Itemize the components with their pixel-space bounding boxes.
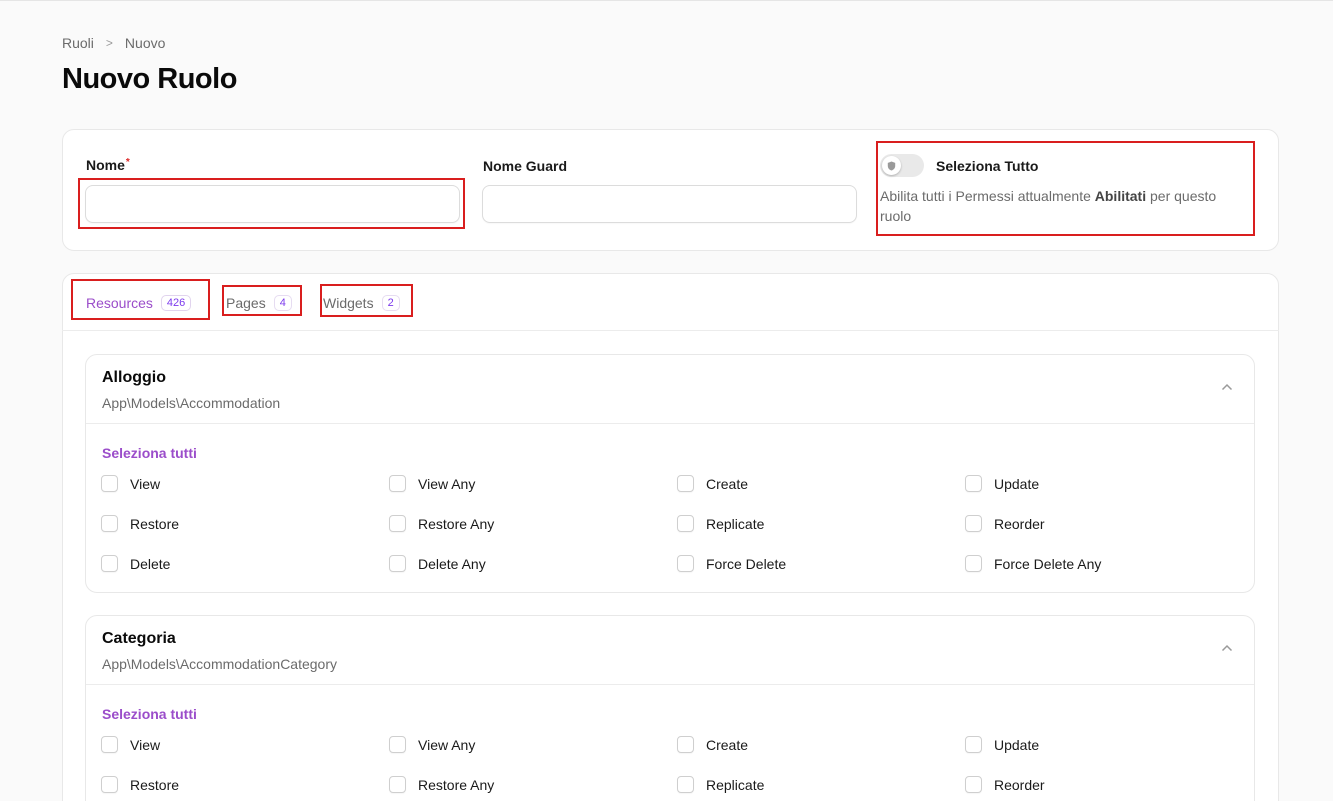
permission-checkbox[interactable]: Update <box>965 475 1039 492</box>
checkbox[interactable] <box>677 555 694 572</box>
permission-checkbox[interactable]: Reorder <box>965 776 1045 793</box>
section-model: App\Models\AccommodationCategory <box>102 656 338 672</box>
tab-widgets[interactable]: Widgets 2 <box>323 293 400 313</box>
count-badge: 2 <box>381 295 400 311</box>
section-model: App\Models\Accommodation <box>102 395 281 411</box>
checkbox[interactable] <box>101 555 118 572</box>
checkbox[interactable] <box>677 776 694 793</box>
shield-icon <box>882 156 901 175</box>
guard-name-label: Nome Guard <box>483 158 568 174</box>
checkbox[interactable] <box>677 515 694 532</box>
checkbox[interactable] <box>101 776 118 793</box>
tab-pages[interactable]: Pages 4 <box>226 293 292 313</box>
permission-checkbox[interactable]: Restore <box>101 776 179 793</box>
checkbox[interactable] <box>389 475 406 492</box>
tab-resources[interactable]: Resources 426 <box>86 293 192 313</box>
chevron-right-icon: > <box>105 36 113 50</box>
page-title: Nuovo Ruolo <box>62 63 237 95</box>
section-divider <box>86 684 1254 685</box>
checkbox[interactable] <box>965 776 982 793</box>
checkbox[interactable] <box>965 475 982 492</box>
chevron-up-icon[interactable] <box>1221 640 1233 655</box>
permission-checkbox[interactable]: View <box>101 475 160 492</box>
checkbox[interactable] <box>677 475 694 492</box>
permission-checkbox[interactable]: Create <box>677 475 748 492</box>
select-all-helper: Abilita tutti i Permessi attualmente Abi… <box>880 188 1217 224</box>
tab-divider <box>62 330 1279 331</box>
permission-checkbox[interactable]: Restore Any <box>389 776 494 793</box>
permission-checkbox[interactable]: View Any <box>389 475 475 492</box>
breadcrumb: Ruoli > Nuovo <box>62 35 165 51</box>
select-all-link[interactable]: Seleziona tutti <box>102 706 197 722</box>
checkbox[interactable] <box>965 736 982 753</box>
section-title: Categoria <box>102 630 176 647</box>
select-all-link[interactable]: Seleziona tutti <box>102 445 197 461</box>
permission-checkbox[interactable]: Delete Any <box>389 555 486 572</box>
checkbox[interactable] <box>389 736 406 753</box>
select-all-toggle[interactable] <box>880 154 924 177</box>
breadcrumb-link-ruoli[interactable]: Ruoli <box>62 35 94 51</box>
section-title: Alloggio <box>102 369 166 386</box>
guard-name-input[interactable] <box>482 185 857 223</box>
tab-label: Pages <box>226 295 266 311</box>
permission-checkbox[interactable]: View Any <box>389 736 475 753</box>
permission-section <box>85 615 1255 801</box>
name-input[interactable] <box>85 185 460 223</box>
permission-checkbox[interactable]: Replicate <box>677 776 764 793</box>
checkbox[interactable] <box>965 555 982 572</box>
breadcrumb-current: Nuovo <box>124 35 166 51</box>
chevron-up-icon[interactable] <box>1221 379 1233 394</box>
permission-checkbox[interactable]: Restore Any <box>389 515 494 532</box>
permission-checkbox[interactable]: Restore <box>101 515 179 532</box>
permission-checkbox[interactable]: Force Delete Any <box>965 555 1101 572</box>
permission-checkbox[interactable]: Update <box>965 736 1039 753</box>
count-badge: 4 <box>273 295 292 311</box>
checkbox[interactable] <box>389 776 406 793</box>
permission-checkbox[interactable]: Create <box>677 736 748 753</box>
tab-label: Widgets <box>323 295 374 311</box>
permission-checkbox[interactable]: Force Delete <box>677 555 786 572</box>
checkbox[interactable] <box>101 736 118 753</box>
checkbox[interactable] <box>389 555 406 572</box>
permission-checkbox[interactable]: View <box>101 736 160 753</box>
select-all-label: Seleziona Tutto <box>936 158 1039 174</box>
permission-checkbox[interactable]: Reorder <box>965 515 1045 532</box>
required-mark: * <box>125 157 130 168</box>
checkbox[interactable] <box>677 736 694 753</box>
tab-label: Resources <box>86 295 153 311</box>
name-label: Nome* <box>86 157 130 173</box>
checkbox[interactable] <box>389 515 406 532</box>
checkbox[interactable] <box>101 515 118 532</box>
section-divider <box>86 423 1254 424</box>
checkbox[interactable] <box>101 475 118 492</box>
permission-checkbox[interactable]: Delete <box>101 555 170 572</box>
checkbox[interactable] <box>965 515 982 532</box>
permission-checkbox[interactable]: Replicate <box>677 515 764 532</box>
count-badge: 426 <box>160 295 192 311</box>
